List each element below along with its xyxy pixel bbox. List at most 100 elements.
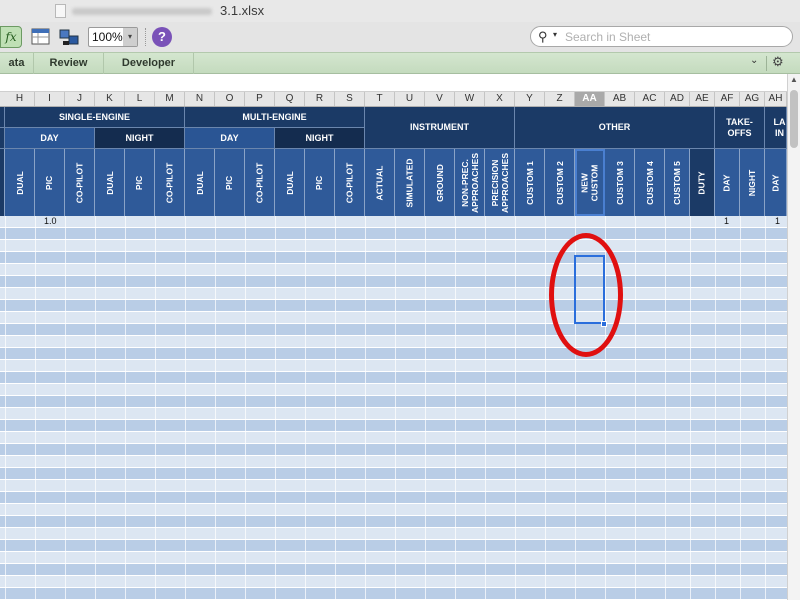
chevron-down-icon[interactable]: ▾: [123, 28, 137, 46]
column-header-o[interactable]: O: [215, 92, 245, 106]
subgroup-se-night[interactable]: NIGHT: [95, 128, 185, 149]
search-input[interactable]: [565, 29, 785, 44]
table-row[interactable]: [0, 504, 787, 516]
group-multi-engine[interactable]: MULTI-ENGINE: [185, 107, 365, 128]
column-header-x[interactable]: X: [485, 92, 515, 106]
gear-icon[interactable]: ⚙: [772, 54, 784, 70]
cell-value-takeoffs_day[interactable]: 1: [724, 216, 729, 226]
column-label-13[interactable]: SIMULATED: [395, 149, 425, 216]
column-header-z[interactable]: Z: [545, 92, 575, 106]
table-row[interactable]: [0, 456, 787, 468]
table-row[interactable]: [0, 492, 787, 504]
column-label-16[interactable]: PRECISION APPROACHES: [485, 149, 515, 216]
column-label-24[interactable]: DAY: [715, 149, 740, 216]
search-box[interactable]: ⚲ ▾: [530, 26, 793, 47]
table-row[interactable]: [0, 420, 787, 432]
table-row[interactable]: [0, 444, 787, 456]
table-row[interactable]: [0, 216, 787, 228]
table-row[interactable]: [0, 540, 787, 552]
chevron-down-icon[interactable]: ▾: [553, 30, 557, 39]
column-label-2[interactable]: CO-PILOT: [65, 149, 95, 216]
table-row[interactable]: [0, 408, 787, 420]
function-icon[interactable]: fx: [0, 26, 22, 48]
sheet-icon[interactable]: [30, 27, 52, 47]
column-label-25[interactable]: NIGHT: [740, 149, 765, 216]
table-row[interactable]: [0, 552, 787, 564]
column-header-ab[interactable]: AB: [605, 92, 635, 106]
column-header-h[interactable]: H: [5, 92, 35, 106]
table-row[interactable]: [0, 372, 787, 384]
column-header-u[interactable]: U: [395, 92, 425, 106]
table-row[interactable]: [0, 264, 787, 276]
column-header-p[interactable]: P: [245, 92, 275, 106]
column-header-ag[interactable]: AG: [740, 92, 765, 106]
column-label-21[interactable]: CUSTOM 4: [635, 149, 665, 216]
column-header-k[interactable]: K: [95, 92, 125, 106]
column-header-n[interactable]: N: [185, 92, 215, 106]
table-row[interactable]: [0, 576, 787, 588]
subgroup-se-day[interactable]: DAY: [5, 128, 95, 149]
table-row[interactable]: [0, 336, 787, 348]
table-row[interactable]: [0, 240, 787, 252]
table-row[interactable]: [0, 384, 787, 396]
column-label-11[interactable]: CO-PILOT: [335, 149, 365, 216]
column-label-4[interactable]: PIC: [125, 149, 155, 216]
column-header-r[interactable]: R: [305, 92, 335, 106]
column-header-ae[interactable]: AE: [690, 92, 715, 106]
subgroup-me-night[interactable]: NIGHT: [275, 128, 365, 149]
column-label-8[interactable]: CO-PILOT: [245, 149, 275, 216]
column-label-10[interactable]: PIC: [305, 149, 335, 216]
table-row[interactable]: [0, 588, 787, 600]
column-header-aa[interactable]: AA: [575, 92, 605, 106]
column-label-15[interactable]: NON-PREC. APPROACHES: [455, 149, 485, 216]
formula-bar[interactable]: [0, 74, 800, 92]
column-label-23[interactable]: DUTY: [690, 149, 715, 216]
table-row[interactable]: [0, 396, 787, 408]
data-rows[interactable]: 1.0 1 1: [0, 216, 787, 600]
group-single-engine[interactable]: SINGLE-ENGINE: [5, 107, 185, 128]
table-row[interactable]: [0, 312, 787, 324]
table-row[interactable]: [0, 432, 787, 444]
table-row[interactable]: [0, 480, 787, 492]
column-header-w[interactable]: W: [455, 92, 485, 106]
spreadsheet-grid[interactable]: SINGLE-ENGINE MULTI-ENGINE INSTRUMENT OT…: [0, 107, 787, 600]
column-label-0[interactable]: DUAL: [5, 149, 35, 216]
tab-data[interactable]: ata: [0, 53, 34, 74]
table-row[interactable]: [0, 324, 787, 336]
cell-value-pic_se_day[interactable]: 1.0: [44, 216, 57, 226]
column-label-5[interactable]: CO-PILOT: [155, 149, 185, 216]
table-row[interactable]: [0, 276, 787, 288]
scroll-thumb[interactable]: [790, 90, 798, 148]
column-header-ac[interactable]: AC: [635, 92, 665, 106]
column-label-17[interactable]: CUSTOM 1: [515, 149, 545, 216]
column-header-v[interactable]: V: [425, 92, 455, 106]
table-row[interactable]: [0, 252, 787, 264]
column-label-12[interactable]: ACTUAL: [365, 149, 395, 216]
column-label-7[interactable]: PIC: [215, 149, 245, 216]
column-label-9[interactable]: DUAL: [275, 149, 305, 216]
column-label-19[interactable]: NEW CUSTOM: [575, 149, 605, 216]
column-header-l[interactable]: L: [125, 92, 155, 106]
table-row[interactable]: [0, 528, 787, 540]
column-header-af[interactable]: AF: [715, 92, 740, 106]
table-row[interactable]: [0, 516, 787, 528]
column-label-20[interactable]: CUSTOM 3: [605, 149, 635, 216]
table-row[interactable]: [0, 300, 787, 312]
column-header-m[interactable]: M: [155, 92, 185, 106]
table-row[interactable]: [0, 360, 787, 372]
table-row[interactable]: [0, 228, 787, 240]
connection-icon[interactable]: [58, 27, 80, 47]
cell-value-landings_day[interactable]: 1: [775, 216, 780, 226]
table-row[interactable]: [0, 288, 787, 300]
scroll-up-icon[interactable]: ▲: [788, 74, 800, 86]
column-label-14[interactable]: GROUND: [425, 149, 455, 216]
tab-developer[interactable]: Developer: [104, 53, 194, 74]
table-row[interactable]: [0, 564, 787, 576]
column-label-6[interactable]: DUAL: [185, 149, 215, 216]
table-row[interactable]: [0, 348, 787, 360]
column-header-ad[interactable]: AD: [665, 92, 690, 106]
column-header-q[interactable]: Q: [275, 92, 305, 106]
subgroup-me-day[interactable]: DAY: [185, 128, 275, 149]
column-header-j[interactable]: J: [65, 92, 95, 106]
column-header-t[interactable]: T: [365, 92, 395, 106]
